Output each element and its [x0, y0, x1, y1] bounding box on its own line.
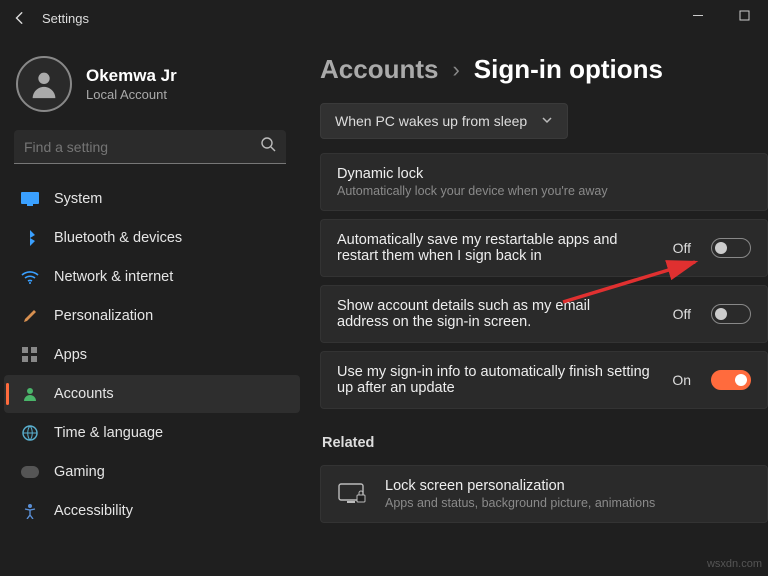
maximize-button[interactable] [722, 0, 768, 32]
profile-block[interactable]: Okemwa Jr Local Account [0, 46, 300, 130]
search-icon [260, 136, 276, 157]
toggle-signin-info[interactable] [711, 370, 751, 390]
gaming-icon [20, 462, 40, 482]
nav-time[interactable]: Time & language [4, 414, 300, 452]
nav-system[interactable]: System [4, 180, 300, 218]
dropdown-label: When PC wakes up from sleep [335, 113, 527, 129]
brush-icon [20, 306, 40, 326]
related-heading: Related [322, 435, 768, 451]
nav-label: Apps [54, 347, 87, 363]
nav-label: Network & internet [54, 269, 173, 285]
nav-apps[interactable]: Apps [4, 336, 300, 374]
chevron-right-icon: › [452, 57, 459, 83]
breadcrumb: Accounts › Sign-in options [320, 54, 768, 85]
row-restartable-apps: Automatically save my restartable apps a… [320, 219, 768, 277]
row-title: Lock screen personalization [385, 478, 751, 494]
sidebar: Okemwa Jr Local Account System Bluetooth… [0, 36, 300, 576]
search-box[interactable] [14, 130, 286, 164]
nav-accounts[interactable]: Accounts [4, 375, 300, 413]
row-title: Show account details such as my email ad… [337, 298, 637, 330]
monitor-lock-icon [337, 482, 367, 506]
nav-personalization[interactable]: Personalization [4, 297, 300, 335]
row-dynamic-lock[interactable]: Dynamic lock Automatically lock your dev… [320, 153, 768, 211]
nav-label: Gaming [54, 464, 105, 480]
row-account-details: Show account details such as my email ad… [320, 285, 768, 343]
user-type: Local Account [86, 87, 177, 102]
apps-icon [20, 345, 40, 365]
toggle-restartable[interactable] [711, 238, 751, 258]
search-input[interactable] [24, 139, 260, 155]
row-title: Dynamic lock [337, 166, 751, 182]
toggle-account-details[interactable] [711, 304, 751, 324]
window-title: Settings [42, 11, 89, 26]
nav-label: Bluetooth & devices [54, 230, 182, 246]
nav-list: System Bluetooth & devices Network & int… [0, 180, 300, 530]
nav-label: Accessibility [54, 503, 133, 519]
nav-label: System [54, 191, 102, 207]
avatar [16, 56, 72, 112]
breadcrumb-root[interactable]: Accounts [320, 54, 438, 85]
toggle-state: Off [673, 240, 691, 256]
row-title: Automatically save my restartable apps a… [337, 232, 637, 264]
content-area: Accounts › Sign-in options When PC wakes… [300, 36, 768, 576]
user-name: Okemwa Jr [86, 66, 177, 86]
globe-icon [20, 423, 40, 443]
nav-label: Time & language [54, 425, 163, 441]
bluetooth-icon [20, 228, 40, 248]
titlebar: Settings [0, 0, 768, 36]
watermark: wsxdn.com [707, 558, 762, 570]
page-title: Sign-in options [474, 54, 663, 85]
toggle-state: Off [673, 306, 691, 322]
nav-network[interactable]: Network & internet [4, 258, 300, 296]
wake-dropdown[interactable]: When PC wakes up from sleep [320, 103, 568, 139]
minimize-button[interactable] [676, 0, 722, 32]
nav-label: Accounts [54, 386, 114, 402]
nav-label: Personalization [54, 308, 153, 324]
row-subtitle: Automatically lock your device when you'… [337, 184, 751, 198]
display-icon [20, 189, 40, 209]
accessibility-icon [20, 501, 40, 521]
window-controls [676, 0, 768, 32]
wifi-icon [20, 267, 40, 287]
back-button[interactable] [8, 6, 32, 30]
row-lock-screen[interactable]: Lock screen personalization Apps and sta… [320, 465, 768, 523]
row-title: Use my sign-in info to automatically fin… [337, 364, 656, 396]
toggle-state: On [672, 372, 691, 388]
person-icon [20, 384, 40, 404]
row-subtitle: Apps and status, background picture, ani… [385, 496, 751, 510]
chevron-down-icon [541, 113, 553, 129]
nav-accessibility[interactable]: Accessibility [4, 492, 300, 530]
nav-gaming[interactable]: Gaming [4, 453, 300, 491]
nav-bluetooth[interactable]: Bluetooth & devices [4, 219, 300, 257]
row-signin-info: Use my sign-in info to automatically fin… [320, 351, 768, 409]
